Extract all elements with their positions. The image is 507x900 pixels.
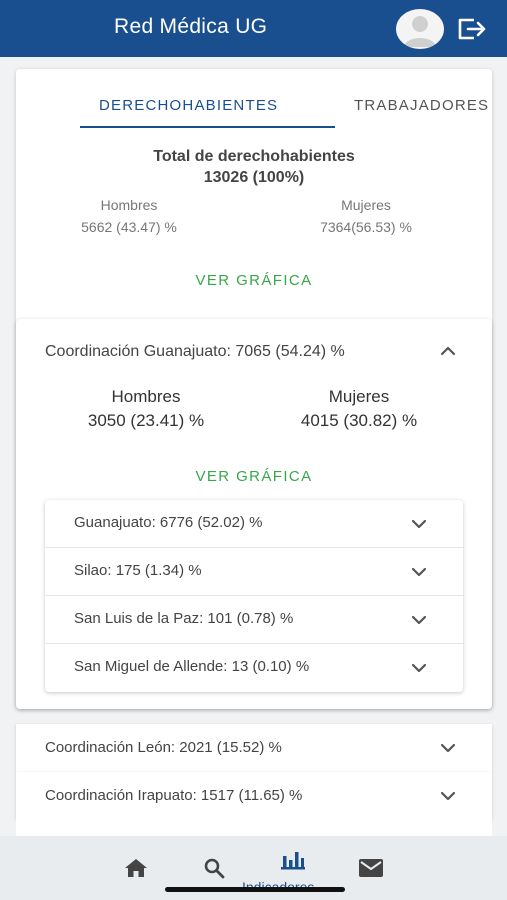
men-stat: Hombres 5662 (43.47) %: [49, 197, 209, 235]
bottom-nav: Indicadores: [0, 836, 507, 900]
chevron-down-icon[interactable]: [440, 743, 456, 753]
coordination-leon-label: Coordinación León: 2021 (15.52) %: [45, 739, 282, 756]
women-value: 7364(56.53) %: [320, 219, 412, 235]
coordination-women-label: Mujeres: [328, 387, 390, 406]
user-avatar-icon: [404, 16, 436, 47]
tab-trabajadores[interactable]: TRABAJADORES: [354, 97, 489, 114]
coordination-women-value: 4015 (30.82) %: [300, 411, 418, 430]
chevron-down-icon[interactable]: [440, 791, 456, 801]
list-item[interactable]: Silao: 175 (1.34) %: [45, 548, 463, 596]
list-item-label: Guanajuato: 6776 (52.02) %: [74, 514, 263, 531]
coordination-guanajuato-panel: Coordinación Guanajuato: 7065 (54.24) % …: [16, 319, 492, 709]
list-item-label: San Luis de la Paz: 101 (0.78) %: [74, 610, 294, 627]
tab-indicator: [80, 126, 335, 128]
coordination-title[interactable]: Coordinación Guanajuato: 7065 (54.24) %: [45, 343, 345, 361]
home-indicator: [165, 887, 345, 892]
chevron-down-icon[interactable]: [411, 567, 427, 577]
men-label: Hombres: [100, 197, 158, 213]
tab-derechohabientes[interactable]: DERECHOHABIENTES: [99, 97, 278, 114]
bar-chart-icon[interactable]: [280, 850, 306, 870]
municipality-list: Guanajuato: 6776 (52.02) % Silao: 175 (1…: [45, 500, 463, 692]
logout-icon[interactable]: [456, 16, 488, 42]
coordination-men-label: Hombres: [111, 387, 181, 406]
chevron-down-icon[interactable]: [411, 615, 427, 625]
women-stat: Mujeres 7364(56.53) %: [286, 197, 446, 235]
coordination-women-stat: Mujeres 4015 (30.82) %: [269, 387, 449, 431]
home-icon[interactable]: [123, 857, 149, 879]
list-item[interactable]: Guanajuato: 6776 (52.02) %: [45, 500, 463, 548]
chevron-down-icon[interactable]: [411, 519, 427, 529]
list-item-label: Silao: 175 (1.34) %: [74, 562, 202, 579]
chevron-down-icon[interactable]: [411, 663, 427, 673]
coordination-irapuato-row[interactable]: Coordinación Irapuato: 1517 (11.65) %: [16, 772, 492, 820]
total-title: Total de derechohabientes: [153, 148, 355, 165]
app-title: Red Médica UG: [114, 15, 268, 38]
search-icon[interactable]: [203, 857, 225, 879]
app-bar: Red Médica UG: [0, 0, 507, 57]
chevron-up-icon[interactable]: [440, 346, 456, 356]
men-value: 5662 (43.47) %: [81, 219, 177, 235]
avatar[interactable]: [396, 9, 444, 49]
coordination-view-chart-button[interactable]: VER GRÁFICA: [16, 468, 492, 485]
women-label: Mujeres: [341, 197, 391, 213]
coordination-men-value: 3050 (23.41) %: [87, 411, 205, 430]
coordination-irapuato-label: Coordinación Irapuato: 1517 (11.65) %: [45, 787, 303, 804]
list-item[interactable]: San Miguel de Allende: 13 (0.10) %: [45, 644, 463, 692]
coordination-leon-row[interactable]: Coordinación León: 2021 (15.52) %: [16, 724, 492, 772]
total-value: 13026 (100%): [203, 169, 305, 186]
list-item-label: San Miguel de Allende: 13 (0.10) %: [74, 658, 310, 675]
mail-icon[interactable]: [358, 858, 384, 878]
view-chart-button[interactable]: VER GRÁFICA: [16, 272, 492, 289]
coordination-men-stat: Hombres 3050 (23.41) %: [56, 387, 236, 431]
list-item[interactable]: San Luis de la Paz: 101 (0.78) %: [45, 596, 463, 644]
